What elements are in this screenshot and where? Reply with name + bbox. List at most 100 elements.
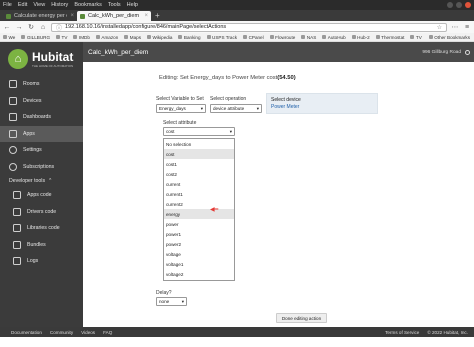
code-icon [13,207,21,216]
developer-tools-toggle[interactable]: Developer tools ⌃ [0,175,83,187]
sidebar-item-bundles[interactable]: Bundles [0,237,83,254]
attribute-option[interactable]: cost1 [164,159,234,169]
sidebar-item-apps-code[interactable]: Apps code [0,187,83,204]
footer-link-faq[interactable]: FAQ [103,330,112,335]
bookmark-item[interactable]: GILLBURG [21,35,50,40]
footer-link-documentation[interactable]: Documentation [11,330,42,335]
menu-tools[interactable]: Tools [108,2,121,8]
footer-link-videos[interactable]: Videos [81,330,95,335]
bookmark-item[interactable]: AutoHub [322,35,346,40]
sidebar-item-logs[interactable]: Logs [0,253,83,270]
menu-help[interactable]: Help [127,2,138,8]
close-tab-icon[interactable]: × [70,13,74,19]
address-bar[interactable]: ⓘ 192.168.10.16/installedapp/configure/8… [51,22,447,32]
attribute-option[interactable]: power1 [164,229,234,239]
sidebar-item-label: Subscriptions [23,163,55,170]
terms-link[interactable]: Terms of Service [385,330,419,335]
attribute-option[interactable]: current [164,179,234,189]
devices-icon [9,96,17,105]
variable-select[interactable]: Energy_days ▾ [156,104,206,113]
device-label: Select device [271,97,301,103]
sidebar-item-devices[interactable]: Devices [0,93,83,110]
bookmark-item[interactable]: TV [410,35,422,40]
attribute-option[interactable]: energy [164,209,234,219]
sidebar-item-drivers-code[interactable]: Drivers code [0,204,83,221]
user-icon[interactable] [465,49,470,55]
device-picker[interactable]: Select device Power Meter [266,93,378,114]
app-footer: Documentation Community Videos FAQ Terms of… [0,327,474,337]
bookmark-item[interactable]: NAS [301,35,316,40]
sidebar-item-label: Settings [23,147,42,154]
close-tab-icon[interactable]: × [144,13,148,19]
bookmark-item[interactable]: Flowroute [269,35,295,40]
bookmark-item[interactable]: Amazon [95,35,118,40]
new-tab-icon[interactable]: + [151,11,164,21]
bookmark-favicon-icon [147,35,151,39]
other-bookmarks[interactable]: Other Bookmarks [428,35,470,40]
close-window-icon[interactable] [465,2,471,8]
browser-tab-active[interactable]: Calc_kWh_per_diem × [77,11,151,21]
maximize-icon[interactable] [456,2,462,8]
bookmark-item[interactable]: Hub-2 [351,35,370,40]
bookmark-item[interactable]: We [3,35,15,40]
operation-select[interactable]: device attribute ▾ [210,104,262,113]
attribute-option[interactable]: voltage1 [164,259,234,269]
attribute-dropdown-list: No selection cost cost1 cost2 current current… [163,138,235,281]
sidebar-item-apps[interactable]: Apps [0,125,83,142]
bookmark-item[interactable]: Maps [124,35,141,40]
menu-edit[interactable]: Edit [18,2,27,8]
menu-bookmarks[interactable]: Bookmarks [74,2,102,8]
bookmark-item[interactable]: USPS Track [206,35,237,40]
page-info-icon[interactable]: ⓘ [56,23,62,32]
page-title: Calc_kWh_per_diem [88,48,149,56]
menu-icon[interactable]: ≡ [463,24,471,31]
attribute-select[interactable]: cost ▾ [163,127,235,136]
sidebar-item-dashboards[interactable]: Dashboards [0,109,83,126]
attribute-option[interactable]: current2 [164,199,234,209]
attribute-option[interactable]: power2 [164,239,234,249]
sidebar-item-label: Rooms [23,81,40,88]
back-icon[interactable]: ← [3,24,11,31]
attribute-option[interactable]: cost [164,149,234,159]
browser-tab[interactable]: Calculate energy per day × [3,11,77,21]
chevron-down-icon: ▾ [229,128,232,134]
done-editing-button[interactable]: Done editing action [276,313,327,323]
menu-file[interactable]: File [3,2,12,8]
bookmark-item[interactable]: Banking [178,35,201,40]
bookmark-item[interactable]: Thermostat [375,35,404,40]
menu-view[interactable]: View [33,2,45,8]
sidebar-item-settings[interactable]: Settings [0,142,83,159]
sidebar-item-label: Libraries code [27,225,60,232]
footer-link-community[interactable]: Community [50,330,73,335]
bookmark-star-icon[interactable]: ☆ [437,24,442,31]
hubitat-logo[interactable]: ⌂ Hubitat THE HOME OF AUTOMATION [0,42,83,76]
bookmark-item[interactable]: CPanel [243,35,264,40]
bookmark-item[interactable]: Wikipedia [147,35,172,40]
chevron-up-icon: ⌃ [48,178,53,184]
attribute-option[interactable]: current1 [164,189,234,199]
sidebar-item-label: Bundles [27,241,46,248]
forward-icon[interactable]: → [15,24,23,31]
attribute-option[interactable]: voltage2 [164,269,234,279]
device-value[interactable]: Power Meter [271,104,373,110]
attribute-option[interactable]: No selection [164,139,234,149]
sidebar-item-subscriptions[interactable]: Subscriptions [0,159,83,176]
reload-icon[interactable]: ↻ [27,23,35,31]
bookmark-item[interactable]: IMDb [73,35,90,40]
bookmarks-toolbar: We GILLBURG TV IMDb Amazon Maps Wikipedia Banki… [0,33,474,42]
code-icon [13,191,21,200]
minimize-icon[interactable] [447,2,453,8]
bookmark-item[interactable]: TV [56,35,67,40]
sidebar-item-rooms[interactable]: Rooms [0,76,83,93]
menu-history[interactable]: History [51,2,68,8]
sidebar-item-label: Dashboards [23,114,51,121]
hubitat-logo-icon: ⌂ [8,49,28,69]
home-icon[interactable]: ⌂ [39,24,47,31]
extensions-icon[interactable]: ⋯ [451,23,459,31]
delay-select[interactable]: none ▾ [156,297,187,306]
attribute-option[interactable]: cost2 [164,169,234,179]
attribute-option[interactable]: voltage [164,249,234,259]
variable-label: Select Variable to Set [156,96,204,102]
sidebar-item-libraries-code[interactable]: Libraries code [0,220,83,237]
attribute-option[interactable]: power [164,219,234,229]
